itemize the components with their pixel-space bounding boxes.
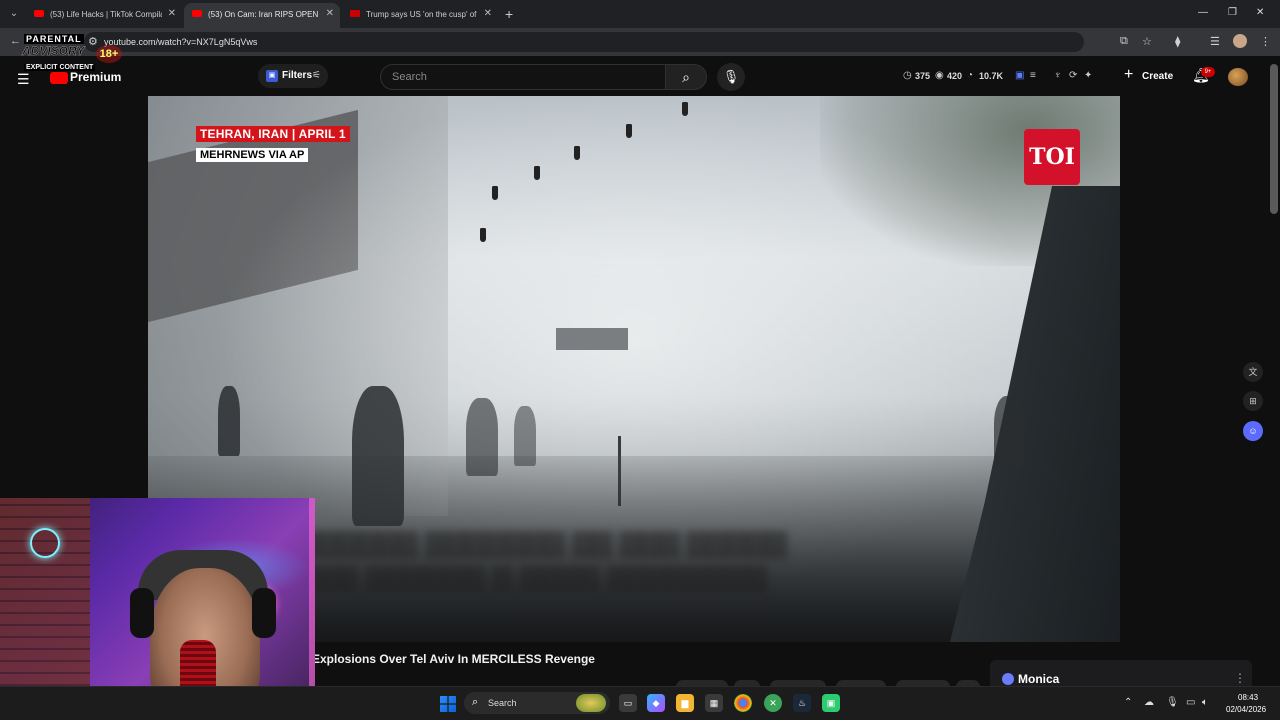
eye-icon: ◉ [935,70,944,81]
video-scene-person [514,406,536,466]
stat-count-2: 420 [947,71,963,81]
filters-label[interactable]: Filters [282,70,312,81]
tab-trump-news[interactable]: Trump says US 'on the cusp' of ✕ [342,3,498,28]
chrome-icon[interactable] [734,694,752,712]
translate-icon[interactable]: 文 [1243,362,1263,382]
video-scene-person [994,396,1024,466]
filters-extension-icon: ▣ [266,70,278,82]
url-text[interactable]: youtube.com/watch?v=NX7LgN5qVws [104,37,257,47]
more-options-icon[interactable]: ⋮ [1234,671,1246,685]
tab-life-hacks[interactable]: (53) Life Hacks | TikTok Compila ✕ [26,3,182,28]
string-light [574,146,580,160]
tab-title: Trump says US 'on the cusp' of [366,10,477,19]
news-favicon-icon [350,10,360,17]
task-view-icon[interactable]: ▭ [619,694,637,712]
copilot-icon[interactable]: ◆ [647,694,665,712]
microphone-tray-icon[interactable]: 🎙 [1166,697,1179,708]
microphone-icon: 🎙 [722,69,740,84]
taskbar-search-icon: ⌕ [472,696,479,708]
onedrive-icon[interactable]: ☁ [1144,697,1154,708]
string-light [626,124,632,138]
close-tab-icon[interactable]: ✕ [326,8,334,19]
sync-icon[interactable]: ⟳ [1069,70,1077,81]
create-label[interactable]: Create [1142,71,1173,82]
browser-menu-icon[interactable]: ⋮ [1260,35,1271,48]
stat-count-3: 10.7K [979,71,1004,81]
source-tag: MEHRNEWS VIA AP [196,148,309,162]
thumbs-up-icon: ◔ [967,70,974,81]
steam-icon[interactable]: ♨ [793,694,811,712]
list-icon[interactable]: ≡ [1030,70,1036,81]
search-highlight-art [576,694,606,712]
blurred-caption: ▇▇▇▇▇▇ ▇▇▇▇▇▇▇ ▇▇ ▇▇▇ ▇▇▇▇▇ ▇▇▇ ▇▇▇▇▇▇ ▇ … [298,528,787,592]
tray-chevron-icon[interactable]: ⌃ [1124,697,1132,708]
search-button[interactable]: ⌕ [665,64,707,90]
taskbar-search-label[interactable]: Search [488,698,517,708]
monica-logo-icon [1002,673,1014,685]
trophy-icon[interactable]: ♆ [1054,70,1062,81]
close-window-icon[interactable]: ✕ [1256,7,1264,18]
restore-window-icon[interactable]: ❐ [1228,7,1237,18]
advisory-line-1: PARENTAL [24,34,84,44]
youtube-favicon-icon [34,10,44,17]
close-tab-icon[interactable]: ✕ [168,8,176,19]
voice-search-button[interactable]: 🎙 [717,63,745,91]
page-scrollbar[interactable] [1270,64,1278,214]
profile-avatar[interactable] [1233,34,1247,48]
search-icon: ⌕ [682,69,690,85]
network-icon[interactable]: ▭ [1186,697,1195,708]
monica-label[interactable]: Monica [1018,672,1059,686]
volume-icon[interactable]: 🔈︎ [1202,697,1208,708]
install-app-icon[interactable]: ⧉ [1120,35,1128,48]
windows-taskbar [0,686,1280,720]
clock-icon: ◷ [903,70,912,81]
stat-count-1: 375 [915,71,931,81]
video-scene-person [218,386,240,456]
taskbar-clock-time[interactable]: 08:43 [1238,693,1258,702]
tab-list-chevron-icon[interactable]: ⌄ [6,6,22,22]
tab-iran-video[interactable]: (53) On Cam: Iran RIPS OPEN Is ✕ [184,3,340,28]
parental-advisory-overlay: PARENTAL ADVISORY EXPLICIT CONTENT 18+ [18,32,122,76]
minimize-window-icon[interactable]: — [1198,7,1208,18]
youtube-favicon-icon [192,10,202,17]
webcam-headphones-right [252,588,276,638]
plus-icon: + [1124,66,1134,83]
advisory-line-2: ADVISORY [22,44,85,59]
obs-app-icon[interactable]: ▣ [822,694,840,712]
sparkle-icon[interactable]: ✦ [1084,70,1092,81]
extension-badge-icon[interactable]: ▣ [1015,70,1024,81]
search-input[interactable] [392,69,652,85]
xbox-icon[interactable]: ✕ [764,694,782,712]
location-tag: TEHRAN, IRAN | APRIL 1 [196,126,350,142]
video-scene-sign [556,328,628,350]
age-rating-badge: 18+ [96,45,122,63]
video-title: Explosions Over Tel Aviv In MERCILESS Re… [312,652,595,666]
string-light [480,228,486,242]
video-scene-person [466,398,498,476]
close-tab-icon[interactable]: ✕ [484,8,492,19]
account-avatar[interactable] [1228,68,1248,86]
channel-watermark: TOI [1024,129,1080,185]
microsoft-store-icon[interactable]: ▦ [705,694,723,712]
notification-count-badge: 9+ [1201,67,1215,77]
monica-bot-icon[interactable]: ☺ [1243,421,1263,441]
tune-icon: ⚟ [312,70,321,81]
webcam-neon-sign [30,528,60,558]
string-light [534,166,540,180]
webcam-headphones-left [130,588,154,638]
file-explorer-icon[interactable]: ▆ [676,694,694,712]
string-light [682,102,688,116]
new-tab-plus-icon[interactable]: + [505,6,513,22]
advisory-line-3: EXPLICIT CONTENT [24,64,96,71]
bookmark-star-icon[interactable]: ☆ [1142,35,1152,48]
extensions-puzzle-icon[interactable]: ⧫ [1175,35,1180,48]
string-light [492,186,498,200]
reading-list-icon[interactable]: ☰ [1210,35,1220,48]
video-scene-person [352,386,404,526]
tab-title: (53) Life Hacks | TikTok Compila [50,10,162,19]
apps-grid-icon[interactable]: ⊞ [1243,391,1263,411]
tab-title: (53) On Cam: Iran RIPS OPEN Is [208,10,320,19]
browser-tab-strip: ⌄ (53) Life Hacks | TikTok Compila ✕ (53… [0,0,1280,28]
taskbar-clock-date[interactable]: 02/04/2026 [1226,705,1266,714]
